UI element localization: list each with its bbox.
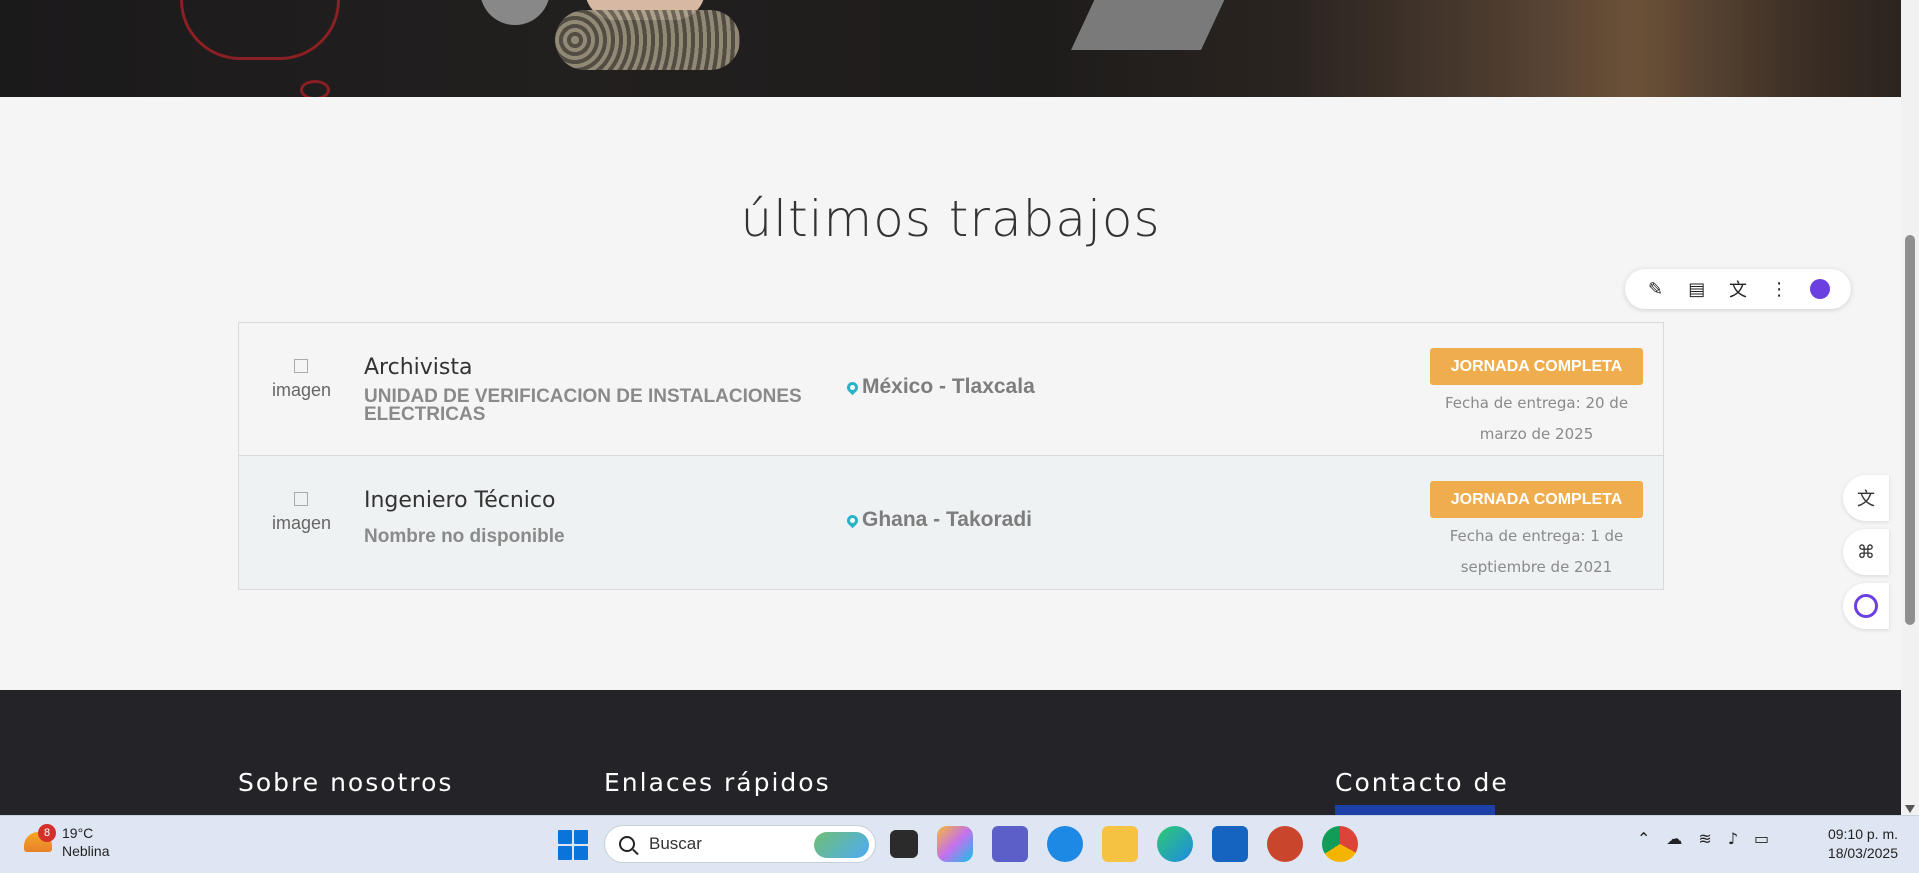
battery-icon[interactable]: ▭ xyxy=(1754,829,1769,848)
floating-toolbar: ✎ ▤ 文 ⋮ xyxy=(1625,269,1851,309)
assistant-icon[interactable] xyxy=(1808,277,1832,301)
job-company: Nombre no disponible xyxy=(364,526,565,547)
apps-icon[interactable]: ⌘ xyxy=(1843,529,1889,575)
task-view-icon[interactable] xyxy=(890,830,918,858)
scroll-down-arrow-icon[interactable] xyxy=(1905,805,1915,813)
taskbar-apps xyxy=(890,826,1377,862)
hero-cable-end xyxy=(300,80,330,97)
notes-icon[interactable]: ▤ xyxy=(1685,277,1709,301)
job-title[interactable]: Ingeniero Técnico xyxy=(364,488,555,513)
system-tray: ⌃ ☁ ≋ ♪ ▭ xyxy=(1637,829,1785,848)
more-options-icon[interactable]: ⋮ xyxy=(1767,277,1791,301)
job-type-badge: JORNADA COMPLETA xyxy=(1430,481,1643,518)
windows-start-icon[interactable] xyxy=(558,830,588,860)
job-location: México - Tlaxcala xyxy=(844,375,1035,399)
map-pin-icon xyxy=(844,379,861,396)
teams-icon[interactable] xyxy=(992,826,1028,862)
hero-cable xyxy=(180,0,340,60)
date: 18/03/2025 xyxy=(1827,845,1898,861)
job-type-badge: JORNADA COMPLETA xyxy=(1430,348,1643,385)
store-icon[interactable] xyxy=(1212,826,1248,862)
job-location: Ghana - Takoradi xyxy=(844,508,1032,532)
temperature: 19°C xyxy=(62,825,94,841)
footer-heading-links: Enlaces rápidos xyxy=(604,768,831,797)
weather-condition: Neblina xyxy=(62,843,110,859)
edge-icon[interactable] xyxy=(1157,826,1193,862)
help-icon[interactable] xyxy=(1047,826,1083,862)
weather-icon: 8 xyxy=(24,824,56,852)
job-company: UNIDAD DE VERIFICACION DE INSTALACIONES … xyxy=(364,386,802,425)
hero-plate xyxy=(1071,0,1229,50)
job-image: imagen xyxy=(264,359,339,401)
hero-bracelet xyxy=(555,10,740,70)
translate-icon[interactable]: 文 xyxy=(1843,475,1889,521)
clock[interactable]: 09:10 p. m. 18/03/2025 xyxy=(1808,825,1898,863)
search-highlight-image xyxy=(814,832,869,858)
broken-image-icon xyxy=(293,492,308,506)
footer-heading-about: Sobre nosotros xyxy=(238,768,454,797)
volume-icon[interactable]: ♪ xyxy=(1728,829,1738,848)
job-image: imagen xyxy=(264,492,339,534)
map-pin-icon xyxy=(844,512,861,529)
copilot-icon[interactable] xyxy=(937,826,973,862)
hero-stone xyxy=(480,0,550,25)
translate-icon[interactable]: 文 xyxy=(1726,277,1750,301)
weather-badge: 8 xyxy=(38,824,56,842)
footer-heading-contact: Contacto de xyxy=(1335,768,1509,797)
scrollbar-thumb[interactable] xyxy=(1905,235,1915,625)
hero-image xyxy=(0,0,1901,97)
weather-widget[interactable]: 8 19°C Neblina xyxy=(24,824,109,860)
job-row[interactable]: imagen Ingeniero Técnico Nombre no dispo… xyxy=(239,456,1663,589)
broken-image-icon xyxy=(293,359,308,373)
jobs-list: imagen Archivista UNIDAD DE VERIFICACION… xyxy=(238,322,1664,590)
file-explorer-icon[interactable] xyxy=(1102,826,1138,862)
onedrive-icon[interactable]: ☁ xyxy=(1666,829,1682,848)
side-tools: 文 ⌘ xyxy=(1843,475,1901,637)
taskbar: 8 19°C Neblina Buscar ⌃ ☁ ≋ ♪ ▭ 09:10 p.… xyxy=(0,815,1919,873)
job-row[interactable]: imagen Archivista UNIDAD DE VERIFICACION… xyxy=(239,323,1663,456)
assistant-icon[interactable] xyxy=(1843,583,1889,629)
job-date: Fecha de entrega: 1 de septiembre de 202… xyxy=(1449,527,1624,576)
highlighter-icon[interactable]: ✎ xyxy=(1644,277,1668,301)
taskbar-search[interactable]: Buscar xyxy=(604,825,876,863)
job-date: Fecha de entrega: 20 de marzo de 2025 xyxy=(1444,394,1629,443)
footer: Sobre nosotros Enlaces rápidos Contacto … xyxy=(0,690,1901,817)
search-placeholder: Buscar xyxy=(649,834,702,853)
scrollbar[interactable] xyxy=(1901,0,1919,815)
section-title: últimos trabajos xyxy=(740,190,1161,248)
chrome-icon[interactable] xyxy=(1322,826,1358,862)
powerpoint-icon[interactable] xyxy=(1267,826,1303,862)
wifi-icon[interactable]: ≋ xyxy=(1698,829,1711,848)
time: 09:10 p. m. xyxy=(1827,826,1898,842)
search-icon xyxy=(619,836,635,852)
job-title[interactable]: Archivista xyxy=(364,355,472,380)
chevron-up-icon[interactable]: ⌃ xyxy=(1637,829,1650,848)
